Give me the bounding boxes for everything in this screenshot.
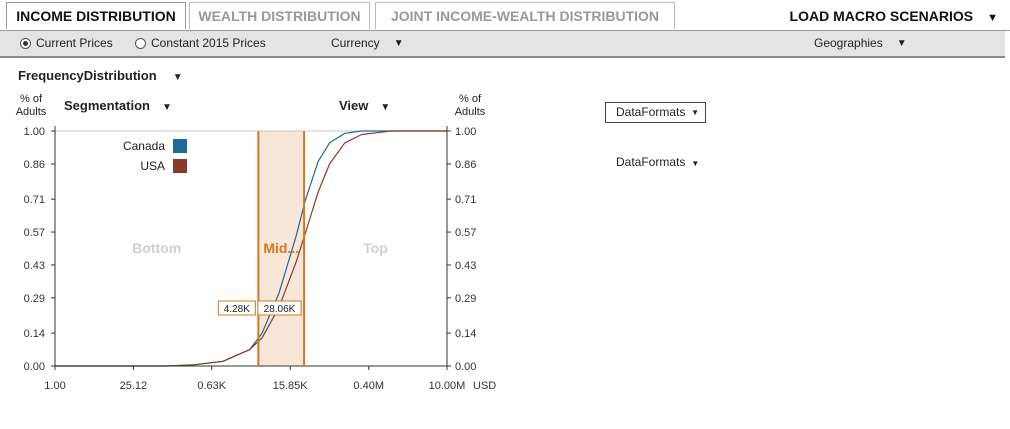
y-tick-label: 0.14 [24,328,45,340]
radio-selected-icon [20,37,31,49]
y-tick-label-right: 1.00 [455,126,476,138]
legend-label: USA [140,159,165,173]
constant-prices-label: Constant 2015 Prices [151,36,266,50]
chevron-down-icon: ▼ [691,108,699,117]
load-macro-label: LOAD MACRO SCENARIOS [789,8,974,24]
y-tick-label-right: 0.71 [455,194,476,206]
legend-swatch [173,139,187,153]
income-distribution-chart[interactable]: Bottom Mid... Top 0.00 0.00 0.14 0.14 0.29 0.29… [0,0,1010,429]
chevron-down-icon: ▼ [393,37,404,49]
x-tick-label: 1.00 [44,380,65,392]
segment-label: Bottom [132,240,181,256]
x-axis-unit: USD [473,380,496,392]
segment-label: Top [363,240,388,256]
threshold-label: 4.28K [224,304,250,315]
chevron-down-icon: ▼ [896,37,907,49]
y-tick-label-right: 0.00 [455,361,476,373]
left-axis-title-line1: % of [19,93,42,105]
y-tick-label-right: 0.29 [455,293,476,305]
chevron-down-icon: ▼ [172,72,183,83]
load-macro-scenarios-button[interactable]: LOAD MACRO SCENARIOS ▼ [790,8,998,24]
right-axis-title-line1: % of [458,93,481,105]
options-toolbar: Current Prices Constant 2015 Prices Curr… [0,31,1005,58]
y-tick-label-right: 0.14 [455,328,476,340]
chevron-down-icon: ▼ [987,12,998,24]
y-tick-label: 0.57 [24,227,45,239]
currency-label: Currency [331,36,380,50]
radio-current-prices[interactable]: Current Prices [20,36,113,50]
dataformats-dropdown[interactable]: DataFormats ▼ [616,155,699,169]
threshold-label-box [257,300,302,316]
x-tick-label: 0.63K [197,380,226,392]
tab-wealth-distribution[interactable]: WEALTH DISTRIBUTION [189,2,370,29]
segmentation-dropdown[interactable]: Segmentation ▼ [64,98,172,113]
y-tick-label: 0.71 [24,194,45,206]
geographies-label: Geographies [814,36,883,50]
frequency-distribution-label: FrequencyDistribution [18,68,157,83]
chevron-down-icon: ▼ [691,159,700,168]
x-tick-label: 0.40M [353,380,384,392]
dataformats-select[interactable]: DataFormats ▼ [605,102,706,123]
x-tick-label: 15.85K [273,380,309,392]
segmentation-label: Segmentation [64,98,150,113]
radio-unselected-icon [135,37,146,49]
current-prices-label: Current Prices [36,36,113,50]
x-tick-label: 10.00M [429,380,466,392]
geographies-dropdown[interactable]: Geographies ▼ [814,36,907,50]
left-axis-title-line2: Adults [15,106,47,118]
y-tick-label: 1.00 [24,126,45,138]
x-tick-label: 25.12 [120,380,148,392]
y-tick-label: 0.86 [24,159,45,171]
segment-label: Mid... [263,240,299,256]
threshold-label-box [217,300,256,316]
y-tick-label: 0.00 [24,361,45,373]
right-axis-title-line2: Adults [454,106,486,118]
y-tick-label-right: 0.86 [455,159,476,171]
tab-joint-income-wealth[interactable]: JOINT INCOME-WEALTH DISTRIBUTION [375,2,675,29]
series-line [55,130,447,367]
series-line [55,130,447,367]
chevron-down-icon: ▼ [161,102,172,113]
chevron-down-icon: ▼ [380,102,391,113]
left-axis-title: % of Adults [12,93,50,119]
tab-bar: INCOME DISTRIBUTION WEALTH DISTRIBUTION … [0,0,1010,31]
currency-dropdown[interactable]: Currency ▼ [331,36,404,50]
legend-swatch [173,159,187,173]
legend-label: Canada [123,139,165,153]
view-label: View [339,98,369,113]
segment-band-middle [258,131,305,366]
y-tick-label-right: 0.43 [455,260,476,272]
view-dropdown[interactable]: View ▼ [339,98,390,113]
dataformats-select-label: DataFormats [616,105,686,119]
tab-income-distribution[interactable]: INCOME DISTRIBUTION [6,2,186,29]
radio-constant-prices[interactable]: Constant 2015 Prices [135,36,266,50]
y-tick-label: 0.29 [24,293,45,305]
y-tick-label-right: 0.57 [455,227,476,239]
dataformats-dropdown-label: DataFormats [616,155,686,169]
right-axis-title: % of Adults [451,93,489,119]
threshold-label: 28.06K [264,304,296,315]
frequency-distribution-dropdown[interactable]: FrequencyDistribution ▼ [18,68,183,83]
y-tick-label: 0.43 [24,260,45,272]
